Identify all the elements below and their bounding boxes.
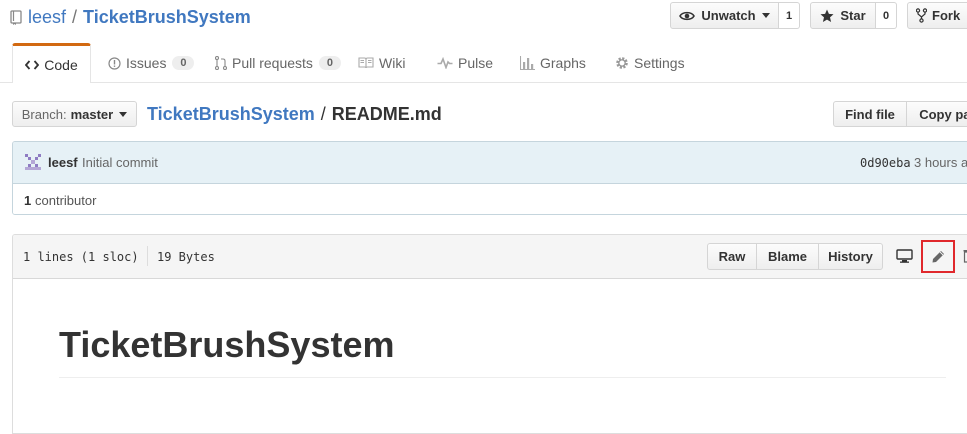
breadcrumb: TicketBrushSystem / README.md xyxy=(147,103,442,125)
repo-name-link[interactable]: TicketBrushSystem xyxy=(83,7,251,28)
star-label: Star xyxy=(840,8,865,23)
history-button[interactable]: History xyxy=(818,243,883,270)
breadcrumb-repo-link[interactable]: TicketBrushSystem xyxy=(147,104,315,125)
star-count[interactable]: 0 xyxy=(876,2,897,29)
breadcrumb-separator: / xyxy=(321,104,326,125)
readme-heading-rule xyxy=(59,377,946,378)
code-icon xyxy=(25,60,39,70)
breadcrumb-file: README.md xyxy=(332,104,442,125)
contributors-count: 1 xyxy=(24,193,31,208)
graph-icon xyxy=(520,56,535,70)
commit-author-link[interactable]: leesf xyxy=(48,155,78,170)
edit-file-button[interactable] xyxy=(921,240,955,273)
commit-time: 3 hours ago xyxy=(914,155,967,170)
file-navigation-buttons: Find file Copy path xyxy=(833,101,967,127)
tab-settings-label: Settings xyxy=(634,55,685,71)
commit-sha-link[interactable]: 0d90eba xyxy=(860,156,911,170)
tab-pull-requests[interactable]: Pull requests 0 xyxy=(215,44,341,82)
issue-icon xyxy=(108,57,121,70)
commit-tease: leesf Initial commit 0d90eba 3 hours ago… xyxy=(12,141,967,215)
trash-icon[interactable] xyxy=(963,248,967,263)
pencil-icon xyxy=(931,250,945,264)
pull-requests-count-badge: 0 xyxy=(319,56,341,70)
tab-settings[interactable]: Settings xyxy=(615,44,685,82)
file-line-count: 1 lines (1 sloc) xyxy=(23,250,139,264)
fork-button[interactable]: Fork xyxy=(907,2,967,29)
tab-issues-label: Issues xyxy=(126,55,166,71)
chevron-down-icon xyxy=(119,112,127,117)
tab-pulse-label: Pulse xyxy=(458,55,493,71)
fork-label: Fork xyxy=(932,8,960,23)
latest-commit: leesf Initial commit 0d90eba 3 hours ago xyxy=(13,142,967,184)
raw-button[interactable]: Raw xyxy=(707,243,757,270)
branch-name: master xyxy=(71,107,114,122)
file-view-buttons: Raw Blame History xyxy=(707,243,883,270)
chevron-down-icon xyxy=(762,13,770,18)
unwatch-button[interactable]: Unwatch xyxy=(670,2,779,29)
readme-heading: TicketBrushSystem xyxy=(59,323,394,367)
desktop-icon[interactable] xyxy=(896,249,913,263)
avatar xyxy=(25,154,41,170)
tab-wiki[interactable]: Wiki xyxy=(358,44,405,82)
star-icon xyxy=(820,9,834,23)
file-size: 19 Bytes xyxy=(157,250,215,264)
contributors-label: contributor xyxy=(35,193,96,208)
watch-count[interactable]: 1 xyxy=(779,2,800,29)
file-viewer: 1 lines (1 sloc) 19 Bytes Raw Blame Hist… xyxy=(12,234,967,434)
repo-icon xyxy=(10,10,22,25)
book-icon xyxy=(358,57,374,69)
branch-prefix: Branch: xyxy=(22,107,67,122)
star-button[interactable]: Star xyxy=(810,2,876,29)
tab-pulse[interactable]: Pulse xyxy=(437,44,493,82)
contributors-row[interactable]: 1 contributor xyxy=(13,184,967,215)
tab-code[interactable]: Code xyxy=(12,43,91,83)
tab-code-label: Code xyxy=(44,57,77,73)
repo-title: leesf / TicketBrushSystem xyxy=(10,6,251,28)
tab-pull-requests-label: Pull requests xyxy=(232,55,313,71)
file-header: 1 lines (1 sloc) 19 Bytes Raw Blame Hist… xyxy=(13,235,967,279)
tab-graphs-label: Graphs xyxy=(540,55,586,71)
tabs-divider xyxy=(0,82,967,83)
unwatch-label: Unwatch xyxy=(701,8,755,23)
branch-select-button[interactable]: Branch: master xyxy=(12,101,137,127)
repo-owner-link[interactable]: leesf xyxy=(28,7,66,28)
blame-button[interactable]: Blame xyxy=(756,243,819,270)
pulse-icon xyxy=(437,57,453,69)
fork-icon xyxy=(916,8,927,23)
pull-request-icon xyxy=(215,56,227,70)
file-info-divider xyxy=(147,246,148,266)
eye-icon xyxy=(679,10,695,22)
repo-separator: / xyxy=(72,7,77,28)
find-file-button[interactable]: Find file xyxy=(833,101,907,127)
issues-count-badge: 0 xyxy=(172,56,194,70)
copy-path-button[interactable]: Copy path xyxy=(906,101,967,127)
gear-icon xyxy=(615,56,629,70)
commit-message-link[interactable]: Initial commit xyxy=(82,155,158,170)
tab-issues[interactable]: Issues 0 xyxy=(108,44,194,82)
tab-wiki-label: Wiki xyxy=(379,55,405,71)
tab-graphs[interactable]: Graphs xyxy=(520,44,586,82)
